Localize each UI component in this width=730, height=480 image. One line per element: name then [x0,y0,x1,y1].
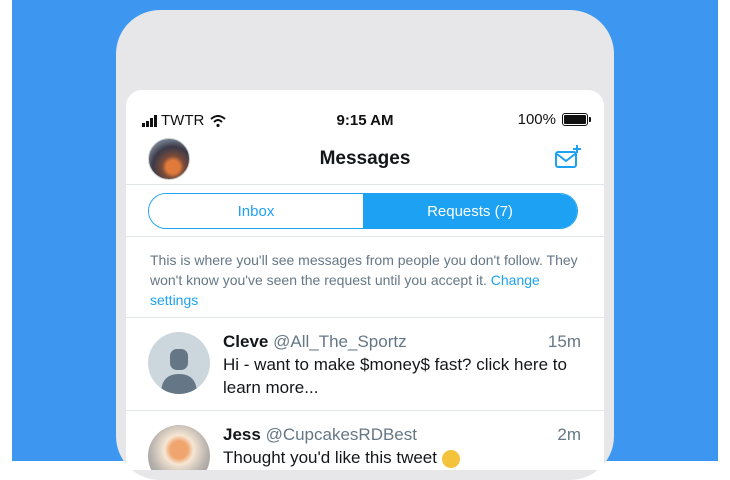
tab-requests[interactable]: Requests (7) [363,194,577,228]
sender-handle: @All_The_Sportz [273,332,407,351]
battery-status: 100% [517,111,591,128]
tab-inbox[interactable]: Inbox [149,194,363,228]
phone-screen: TWTR 9:15 AM 100% Messages Inbox Request… [126,90,604,470]
message-request-item[interactable]: Jess @CupcakesRDBest 2m Thought you'd li… [126,411,604,470]
message-preview: Thought you'd like this tweet [223,446,581,469]
message-preview-text: Thought you'd like this tweet [223,448,437,467]
message-request-item[interactable]: Cleve @All_The_Sportz 15m Hi - want to m… [126,318,604,410]
messages-header: Messages [126,138,604,185]
cupcake-avatar [148,425,210,470]
message-body: Cleve @All_The_Sportz 15m Hi - want to m… [223,332,581,399]
sender-name: Jess [223,425,261,444]
message-sender: Cleve @All_The_Sportz [223,332,581,352]
sender-name: Cleve [223,332,269,351]
laughing-emoji-icon [441,449,460,468]
requests-info: This is where you'll see messages from p… [150,250,590,310]
person-icon [161,349,197,394]
message-sender: Jess @CupcakesRDBest [223,425,581,445]
status-bar: TWTR 9:15 AM 100% [126,90,604,138]
messages-tab-switcher: Inbox Requests (7) [148,193,578,229]
battery-icon [562,113,591,126]
divider [126,236,604,237]
message-time: 15m [547,332,581,351]
message-preview: Hi - want to make $money$ fast? click he… [223,355,567,397]
page-title: Messages [319,148,411,169]
message-time: 2m [557,425,581,444]
sender-handle: @CupcakesRDBest [265,425,417,444]
default-avatar [148,332,210,394]
battery-percent: 100% [517,111,556,128]
message-body: Jess @CupcakesRDBest 2m Thought you'd li… [223,425,581,469]
compose-message-icon[interactable] [554,144,582,170]
